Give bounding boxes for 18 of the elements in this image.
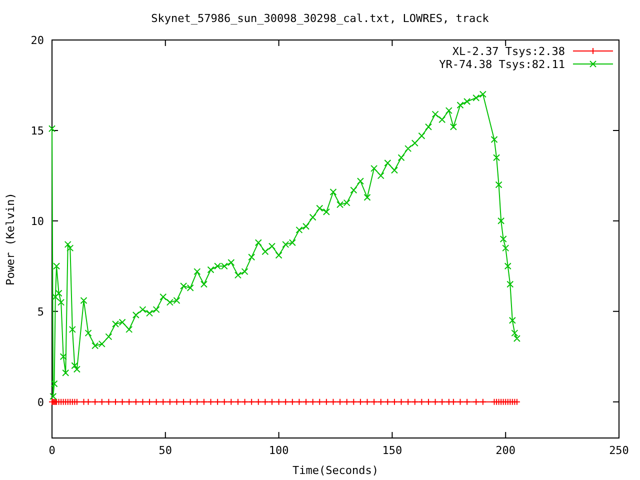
y-tick-label: 10 [30, 214, 44, 228]
x-tick-label: 100 [268, 444, 289, 457]
x-tick-label: 200 [496, 444, 516, 457]
x-tick-label: 0 [48, 444, 56, 457]
legend-label: XL-2.37 Tsys:2.38 [452, 45, 565, 58]
legend-label: YR-74.38 Tsys:82.11 [439, 58, 565, 71]
y-tick-label: 5 [37, 305, 44, 318]
x-tick-label: 250 [609, 444, 629, 457]
chart-title: Skynet_57986_sun_30098_30298_cal.txt, LOWRES, track [151, 12, 489, 25]
y-tick-label: 0 [37, 396, 44, 409]
x-axis-label: Time(Seconds) [292, 464, 379, 477]
y-tick-label: 15 [30, 124, 44, 138]
x-tick-label: 150 [382, 444, 402, 457]
legend-line-sample [572, 60, 614, 68]
y-axis-label: Power (Kelvin) [4, 192, 17, 286]
y-tick-label: 20 [30, 34, 44, 47]
x-tick-label: 50 [158, 444, 172, 457]
legend-line-sample [572, 48, 614, 54]
